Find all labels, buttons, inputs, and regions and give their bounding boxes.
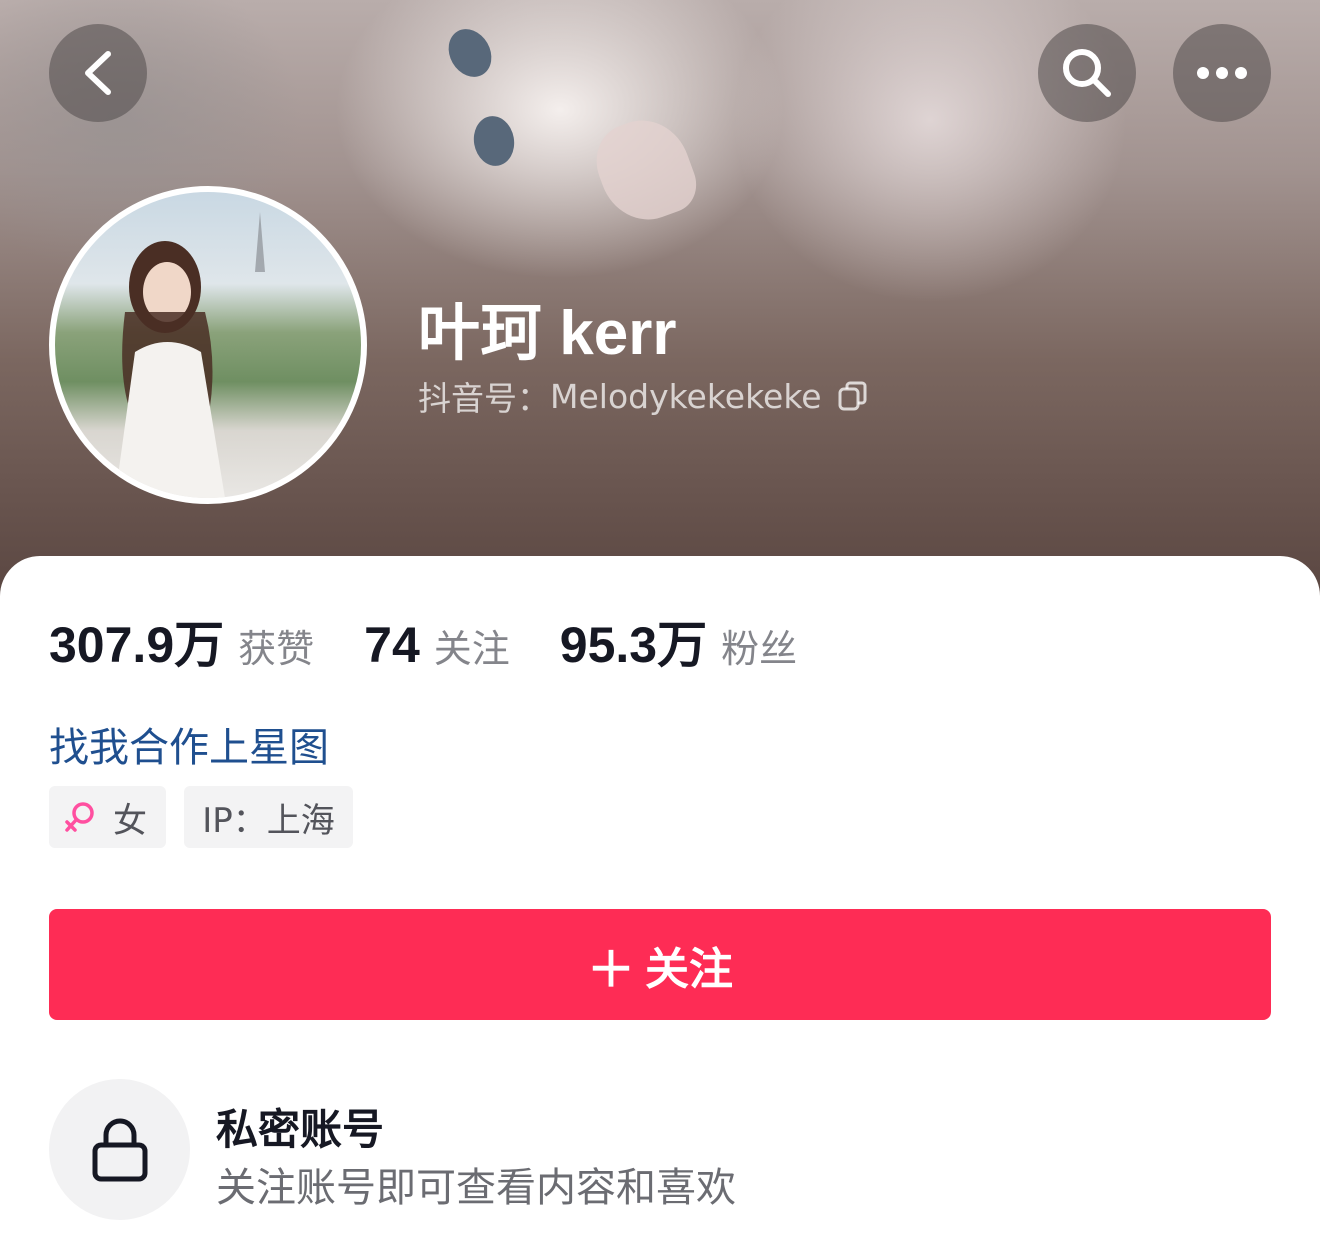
cover-cat-ear [585,107,705,233]
douyin-id-value: Melodykekekeke [550,376,822,416]
followers-label: 粉丝 [721,627,798,671]
followers-stat[interactable]: 95.3万 粉丝 [560,605,797,677]
follow-button[interactable]: ＋ 关注 [49,909,1271,1020]
following-count: 74 [364,617,420,673]
stats-row: 307.9万 获赞 74 关注 95.3万 粉丝 [49,605,847,677]
gender-label: 女 [113,800,147,841]
copy-icon[interactable] [836,379,870,413]
more-button[interactable] [1173,24,1271,122]
search-icon [1063,49,1111,97]
likes-count: 307.9万 [49,617,225,673]
follow-button-label: 关注 [645,943,733,995]
cooperate-link[interactable]: 找我合作上星图 [49,715,329,773]
username: 叶珂 kerr [418,299,677,368]
lock-icon [92,1118,147,1181]
female-icon [65,802,94,832]
private-account-description: 关注账号即可查看内容和喜欢 [216,1165,736,1211]
douyin-id-label: 抖音号： [418,379,550,418]
gender-tag: 女 [49,786,166,848]
back-button[interactable] [49,24,147,122]
following-stat[interactable]: 74 关注 [364,616,510,674]
ip-label: IP：上海 [202,800,335,841]
likes-label: 获赞 [238,627,315,671]
cover-cat-eye [440,21,500,85]
cover-cat-eye [469,112,519,170]
private-account-title: 私密账号 [216,1105,385,1154]
followers-count: 95.3万 [559,617,708,673]
lock-badge [49,1079,190,1220]
following-label: 关注 [433,627,510,671]
ip-tag: IP：上海 [184,786,353,848]
avatar[interactable] [49,186,367,504]
avatar-photo [115,212,265,498]
likes-stat: 307.9万 获赞 [49,605,314,677]
douyin-id: 抖音号： Melodykekekeke [418,372,870,420]
plus-icon: ＋ [586,941,635,998]
more-icon [1197,67,1247,79]
search-button[interactable] [1038,24,1136,122]
chevron-left-icon [85,51,111,95]
